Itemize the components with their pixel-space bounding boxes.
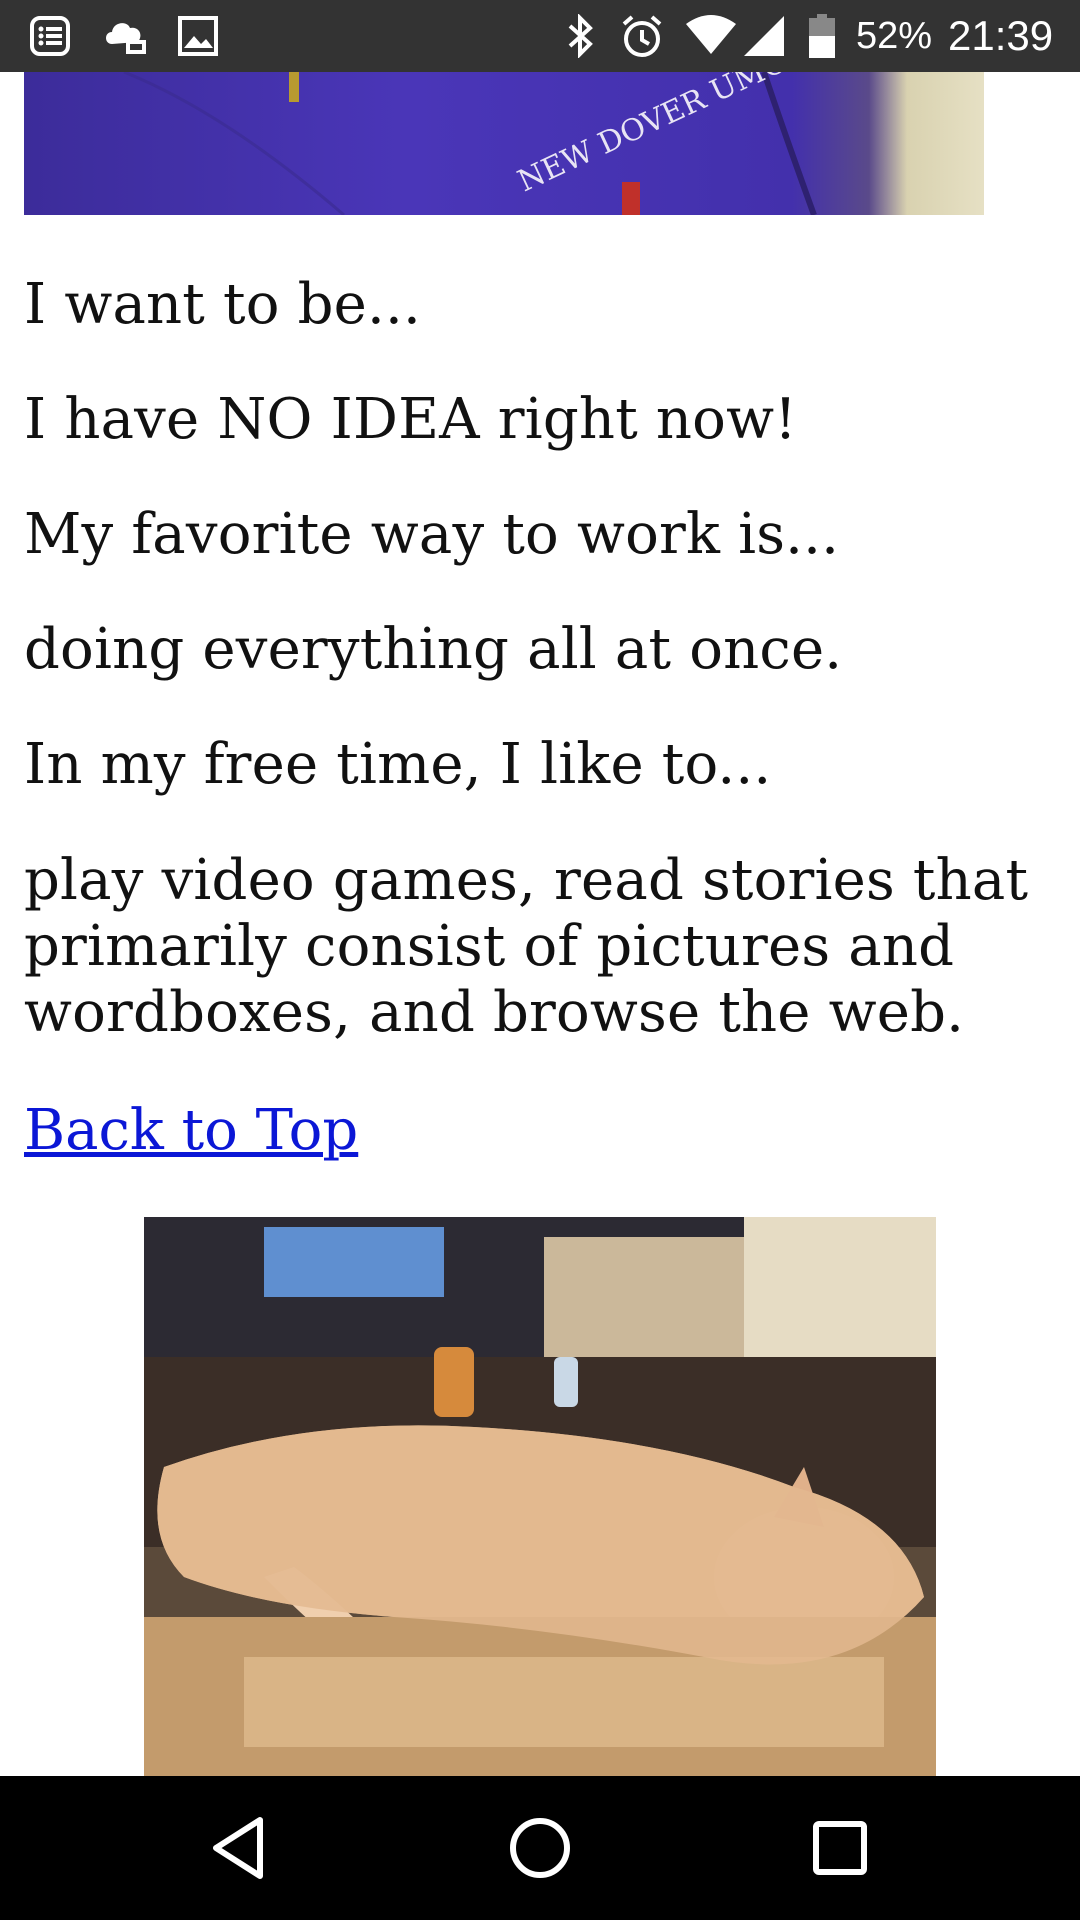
recents-icon[interactable] (804, 1812, 876, 1884)
cloud-upload-icon (102, 14, 150, 63)
page-content: NEW DOVER UMC I want to be... I have NO … (0, 72, 1080, 1776)
clock-time: 21:39 (948, 12, 1054, 59)
answer-free-time-line2: primarily consist of pictures and (24, 914, 955, 979)
alarm-icon (618, 14, 666, 65)
navigation-bar (0, 1776, 1080, 1920)
answer-work: doing everything all at once. (24, 617, 843, 682)
shirt-text: NEW DOVER UMC (513, 72, 792, 199)
wifi-icon (684, 14, 738, 63)
image-icon (176, 14, 220, 63)
status-bar: 52% 21:39 (0, 0, 1080, 72)
bluetooth-icon (562, 13, 598, 63)
answer-want-to-be: I have NO IDEA right now! (24, 387, 797, 452)
answer-free-time-line3: wordboxes, and browse the web. (24, 980, 965, 1045)
task-list-icon (28, 14, 72, 63)
prompt-want-to-be: I want to be... (24, 272, 422, 337)
back-to-top-link[interactable]: Back to Top (24, 1098, 358, 1164)
battery-icon (808, 14, 836, 63)
home-icon[interactable] (504, 1812, 576, 1884)
back-icon[interactable] (204, 1812, 276, 1884)
photo-sleeping-cat (144, 1217, 936, 1776)
prompt-work: My favorite way to work is... (24, 502, 840, 567)
answer-free-time-line1: play video games, read stories that (24, 848, 1029, 913)
photo-person-in-shirt: NEW DOVER UMC (24, 72, 984, 215)
cellular-signal-icon (742, 14, 786, 63)
prompt-free-time: In my free time, I like to... (24, 732, 772, 797)
battery-percent: 52% (856, 15, 933, 57)
